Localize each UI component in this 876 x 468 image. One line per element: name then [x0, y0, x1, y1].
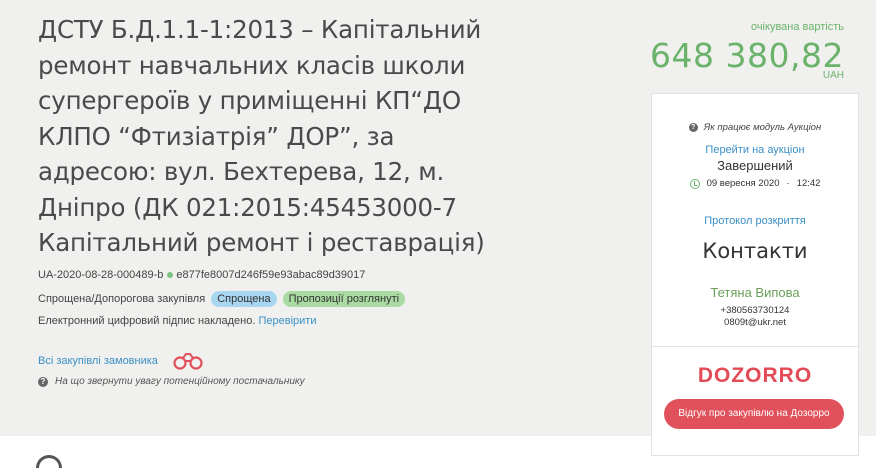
how-auction-works[interactable]: ? Як працює модуль Аукціон	[652, 122, 858, 133]
attention-text[interactable]: На що звернути увагу потенційному постач…	[55, 376, 305, 387]
attention-hint[interactable]: ? На що звернути увагу потенційному пост…	[38, 376, 305, 387]
tender-ids: UA-2020-08-28-000489-b e877fe8007d246f59e…	[38, 269, 365, 281]
expected-price-label: очікувана вартість	[750, 21, 844, 33]
contacts-title: Контакти	[702, 239, 808, 263]
tender-title: ДСТУ Б.Д.1.1-1:2013 – Капітальний ремонт…	[38, 15, 485, 257]
question-circle-icon: ?	[38, 376, 48, 387]
all-tenders-row[interactable]: Всі закупівлі замовника	[38, 352, 204, 370]
procedure-row: Спрощена/Допорогова закупівля Спрощена П…	[38, 291, 406, 307]
dozorro-feedback-button[interactable]: Відгук про закупівлю на Дозорро	[664, 399, 844, 429]
question-circle-icon: ?	[688, 123, 698, 132]
auction-side-panel: ? Як працює модуль Аукціон Перейти на ау…	[651, 93, 859, 456]
verify-signature-link[interactable]: Перевірити	[258, 315, 316, 327]
protocol-row: Протокол розкриття	[652, 215, 858, 227]
auction-date: 09 вересня 2020	[706, 178, 780, 189]
procedure-type-badge: Спрощена	[211, 291, 277, 307]
price-currency: UAH	[822, 70, 844, 81]
contact-email: 0809t@ukr.net	[724, 317, 786, 328]
auction-time: 12:42	[796, 178, 821, 189]
dozorro-logo: DOZORRO	[697, 364, 813, 387]
all-tenders-link[interactable]: Всі закупівлі замовника	[38, 355, 158, 367]
signature-row: Електронний цифровий підпис накладено. П…	[38, 315, 316, 327]
tender-id: UA-2020-08-28-000489-b	[38, 269, 164, 281]
contact-person: Тетяна Випова	[710, 285, 800, 300]
clock-icon	[689, 178, 700, 189]
tender-hash: e877fe8007d246f59e93abac89d39017	[176, 269, 366, 281]
panel-divider	[652, 346, 858, 347]
status-badge: Пропозиції розглянуті	[282, 291, 406, 307]
procedure-type: Спрощена/Допорогова закупівля	[38, 293, 206, 305]
auction-status: Завершений	[717, 158, 793, 173]
auction-date-row: 09 вересня 2020 · 12:42	[652, 178, 858, 189]
goto-auction-link[interactable]: Перейти на аукціон	[705, 144, 804, 156]
how-auction-text[interactable]: Як працює модуль Аукціон	[704, 122, 821, 133]
expected-price-value: 648 380,82	[650, 36, 844, 75]
opening-protocol-link[interactable]: Протокол розкриття	[704, 215, 805, 227]
date-separator: ·	[786, 178, 790, 189]
goto-auction-row: Перейти на аукціон	[652, 144, 858, 156]
contact-phone: +380563730124	[720, 305, 790, 316]
separator-dot	[167, 271, 174, 278]
signature-text: Електронний цифровий підпис накладено.	[38, 315, 256, 327]
binoculars-icon[interactable]	[172, 352, 204, 370]
